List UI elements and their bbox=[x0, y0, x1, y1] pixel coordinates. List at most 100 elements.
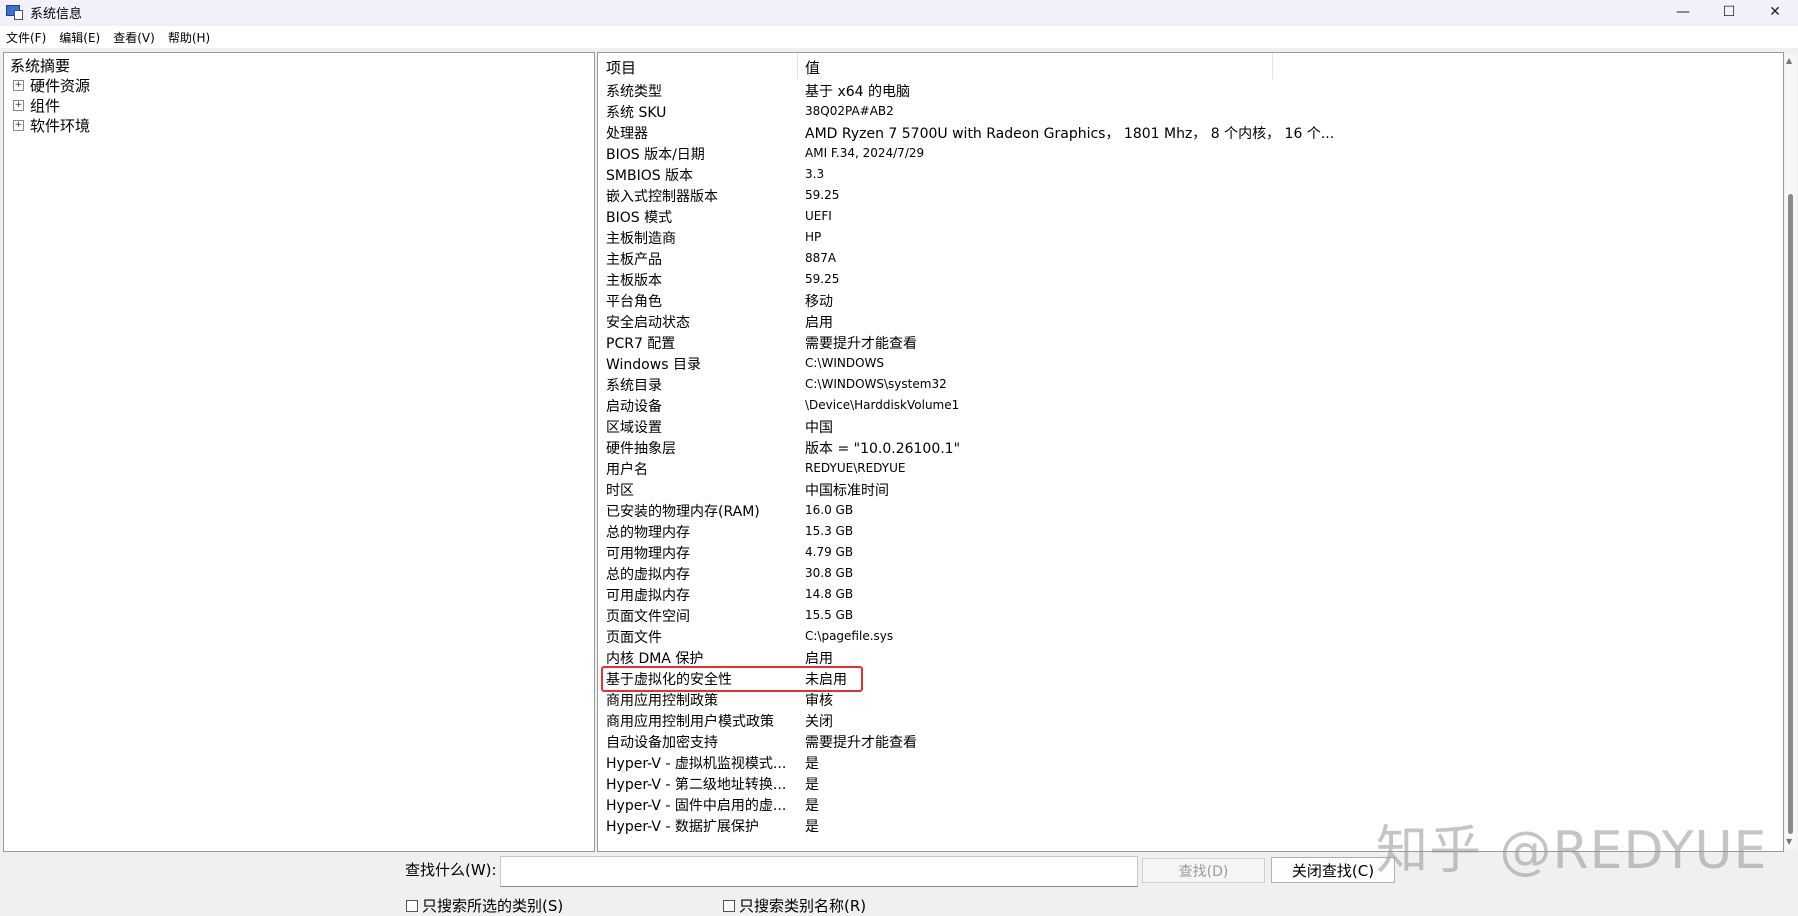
row-item-value: 是 bbox=[805, 756, 819, 772]
row-item-value: 移动 bbox=[805, 294, 833, 310]
table-row[interactable]: PCR7 配置 需要提升才能查看 bbox=[598, 331, 1698, 352]
row-item-value: \Device\HarddiskVolume1 bbox=[805, 398, 960, 412]
table-row[interactable]: 已安装的物理内存(RAM) 16.0 GB bbox=[598, 499, 1698, 520]
window-title: 系统信息 bbox=[30, 6, 83, 22]
search-category-names-checkbox[interactable]: 只搜索类别名称(R) bbox=[723, 895, 866, 916]
row-item-name: 主板制造商 bbox=[606, 231, 676, 247]
row-item-value: 基于 x64 的电脑 bbox=[805, 84, 910, 100]
scroll-thumb[interactable] bbox=[1788, 194, 1793, 834]
row-item-value: UEFI bbox=[805, 209, 832, 223]
row-item-value: 启用 bbox=[805, 315, 833, 331]
table-row[interactable]: 主板产品 887A bbox=[598, 247, 1698, 268]
find-input[interactable] bbox=[500, 856, 1138, 887]
table-row[interactable]: 启动设备 \Device\HarddiskVolume1 bbox=[598, 394, 1698, 415]
menu-help[interactable]: 帮助(H) bbox=[162, 29, 217, 46]
expand-plus-icon[interactable]: + bbox=[13, 80, 24, 91]
column-header-value[interactable]: 值 bbox=[805, 57, 820, 78]
table-row[interactable]: 内核 DMA 保护 启用 bbox=[598, 646, 1698, 667]
tree-item-label: 硬件资源 bbox=[30, 77, 91, 95]
table-row[interactable]: 处理器 AMD Ryzen 7 5700U with Radeon Graphic… bbox=[598, 121, 1698, 142]
checkbox-box[interactable] bbox=[406, 899, 418, 912]
table-row[interactable]: 用户名 REDYUE\REDYUE bbox=[598, 457, 1698, 478]
row-item-name: Hyper-V - 固件中启用的虚... bbox=[606, 798, 787, 814]
column-divider[interactable] bbox=[1272, 53, 1273, 79]
table-row[interactable]: 页面文件空间 15.5 GB bbox=[598, 604, 1698, 625]
table-row[interactable]: Windows 目录 C:\WINDOWS bbox=[598, 352, 1698, 373]
row-item-value: 审核 bbox=[805, 693, 833, 709]
table-row[interactable]: 主板版本 59.25 bbox=[598, 268, 1698, 289]
row-item-name: 内核 DMA 保护 bbox=[606, 651, 704, 667]
details-rows: 系统类型 基于 x64 的电脑系统 SKU 38Q02PA#AB2 处理器 AMD Ry… bbox=[598, 79, 1698, 835]
row-item-name: 自动设备加密支持 bbox=[606, 735, 718, 751]
table-row[interactable]: Hyper-V - 虚拟机监视模式... 是 bbox=[598, 751, 1698, 772]
table-row[interactable]: 系统类型 基于 x64 的电脑 bbox=[598, 79, 1698, 100]
row-item-value: C:\pagefile.sys bbox=[805, 629, 894, 643]
table-row[interactable]: 时区 中国标准时间 bbox=[598, 478, 1698, 499]
search-selected-category-checkbox[interactable]: 只搜索所选的类别(S) bbox=[406, 895, 563, 916]
vertical-scrollbar[interactable]: ▲ ▼ bbox=[1785, 54, 1797, 850]
table-row[interactable]: Hyper-V - 第二级地址转换... 是 bbox=[598, 772, 1698, 793]
row-item-value: 需要提升才能查看 bbox=[805, 336, 917, 352]
menu-edit[interactable]: 编辑(E) bbox=[53, 29, 107, 46]
table-row[interactable]: 区域设置 中国 bbox=[598, 415, 1698, 436]
scroll-up-arrow-icon[interactable]: ▲ bbox=[1786, 56, 1792, 65]
row-item-value: 30.8 GB bbox=[805, 566, 854, 580]
tree-item-label: 组件 bbox=[30, 97, 61, 115]
checkbox-box[interactable] bbox=[723, 899, 735, 912]
row-item-value: 是 bbox=[805, 777, 819, 793]
maximize-button[interactable]: ☐ bbox=[1706, 0, 1752, 24]
tree-item-system-summary[interactable]: 系统摘要 bbox=[10, 55, 70, 76]
table-row[interactable]: 嵌入式控制器版本 59.25 bbox=[598, 184, 1698, 205]
row-item-name: 系统 SKU bbox=[606, 105, 667, 121]
table-row[interactable]: 系统 SKU 38Q02PA#AB2 bbox=[598, 100, 1698, 121]
row-item-name: SMBIOS 版本 bbox=[606, 168, 694, 184]
row-item-value: 887A bbox=[805, 251, 837, 265]
menu-file[interactable]: 文件(F) bbox=[0, 29, 53, 46]
row-item-name: 处理器 bbox=[606, 126, 648, 142]
table-row[interactable]: 可用物理内存 4.79 GB bbox=[598, 541, 1698, 562]
table-row[interactable]: 总的物理内存 15.3 GB bbox=[598, 520, 1698, 541]
row-item-name: 硬件抽象层 bbox=[606, 441, 676, 457]
table-row[interactable]: 商用应用控制用户模式政策 关闭 bbox=[598, 709, 1698, 730]
tree-item-hardware-resources[interactable]: + 硬件资源 bbox=[13, 75, 90, 96]
table-row[interactable]: 主板制造商 HP bbox=[598, 226, 1698, 247]
table-row[interactable]: 自动设备加密支持 需要提升才能查看 bbox=[598, 730, 1698, 751]
table-row[interactable]: BIOS 版本/日期 AMI F.34, 2024/7/29 bbox=[598, 142, 1698, 163]
row-item-value: 16.0 GB bbox=[805, 503, 854, 517]
table-row[interactable]: 硬件抽象层 版本 = "10.0.26100.1" bbox=[598, 436, 1698, 457]
tree-item-label: 软件环境 bbox=[30, 117, 91, 135]
table-row[interactable]: 安全启动状态 启用 bbox=[598, 310, 1698, 331]
table-row[interactable]: 系统目录 C:\WINDOWS\system32 bbox=[598, 373, 1698, 394]
row-item-value: 59.25 bbox=[805, 272, 840, 286]
table-row[interactable]: 可用虚拟内存 14.8 GB bbox=[598, 583, 1698, 604]
scroll-down-arrow-icon[interactable]: ▼ bbox=[1786, 837, 1792, 846]
row-item-value: 未启用 bbox=[805, 672, 847, 688]
tree-item-components[interactable]: + 组件 bbox=[13, 95, 60, 116]
row-item-name: 总的虚拟内存 bbox=[606, 567, 690, 583]
expand-plus-icon[interactable]: + bbox=[13, 100, 24, 111]
table-row[interactable]: SMBIOS 版本 3.3 bbox=[598, 163, 1698, 184]
column-divider[interactable] bbox=[797, 53, 798, 79]
row-item-value: 是 bbox=[805, 798, 819, 814]
table-row[interactable]: 商用应用控制政策 审核 bbox=[598, 688, 1698, 709]
tree-item-software-environment[interactable]: + 软件环境 bbox=[13, 115, 90, 136]
menu-view[interactable]: 查看(V) bbox=[107, 29, 162, 46]
column-header-item[interactable]: 项目 bbox=[606, 57, 636, 78]
table-row[interactable]: 页面文件 C:\pagefile.sys bbox=[598, 625, 1698, 646]
row-item-name: 基于虚拟化的安全性 bbox=[606, 672, 732, 688]
table-row[interactable]: BIOS 模式 UEFI bbox=[598, 205, 1698, 226]
minimize-button[interactable]: — bbox=[1660, 0, 1706, 24]
row-item-value: 需要提升才能查看 bbox=[805, 735, 917, 751]
expand-plus-icon[interactable]: + bbox=[13, 120, 24, 131]
table-row[interactable]: 总的虚拟内存 30.8 GB bbox=[598, 562, 1698, 583]
table-row[interactable]: 平台角色 移动 bbox=[598, 289, 1698, 310]
row-item-name: Hyper-V - 第二级地址转换... bbox=[606, 777, 787, 793]
column-header: 项目 值 bbox=[598, 53, 1698, 79]
find-button[interactable]: 查找(D) bbox=[1142, 858, 1265, 883]
row-item-value: HP bbox=[805, 230, 822, 244]
close-button[interactable]: ✕ bbox=[1752, 0, 1798, 24]
row-item-value: 38Q02PA#AB2 bbox=[805, 104, 894, 118]
row-item-name: Hyper-V - 数据扩展保护 bbox=[606, 819, 759, 835]
table-row[interactable]: 基于虚拟化的安全性 未启用 bbox=[598, 667, 1698, 688]
row-item-value: 15.3 GB bbox=[805, 524, 854, 538]
